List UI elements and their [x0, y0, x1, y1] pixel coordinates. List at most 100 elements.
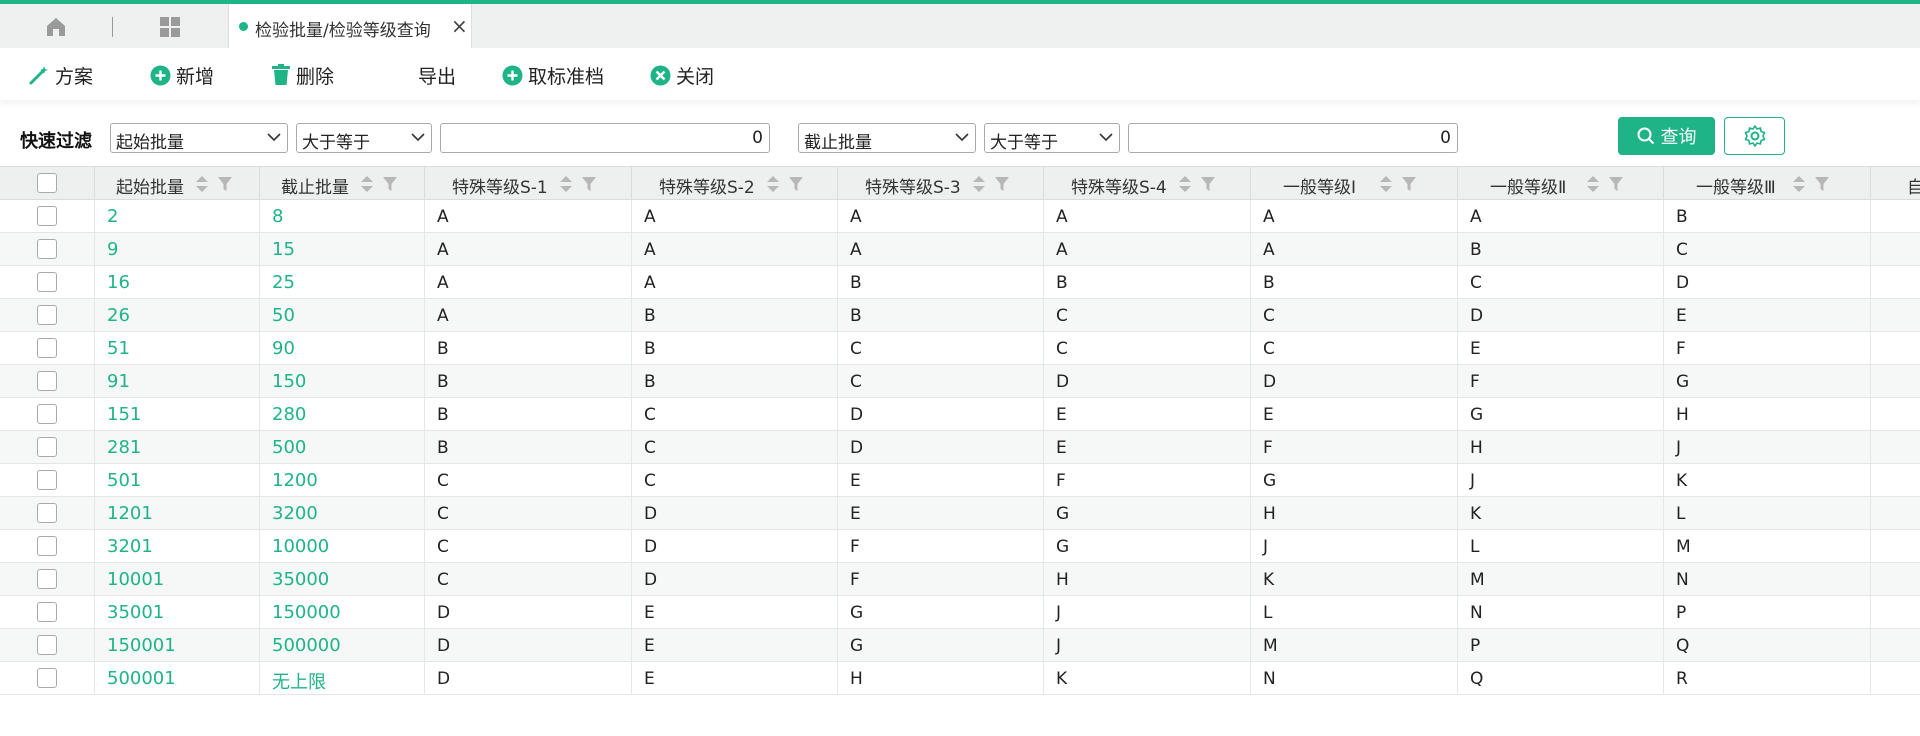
sort-icon[interactable]	[766, 175, 780, 193]
cell-start-batch[interactable]: 500001	[95, 662, 260, 694]
row-checkbox[interactable]	[37, 371, 57, 391]
header-truncated-column[interactable]: 自	[1871, 167, 1920, 200]
grid-icon[interactable]	[158, 15, 182, 39]
batch-link[interactable]: 90	[272, 338, 295, 359]
cell-end-batch[interactable]: 15	[260, 233, 425, 265]
add-button[interactable]: 新增	[150, 62, 214, 88]
batch-link[interactable]: 150001	[107, 635, 176, 656]
filter-value-input-2[interactable]: 0	[1128, 123, 1458, 153]
row-checkbox[interactable]	[37, 635, 57, 655]
table-row[interactable]: 281 500 B C D E F H J	[0, 431, 1920, 464]
header-general-3[interactable]: 一般等级Ⅲ	[1664, 167, 1871, 200]
batch-link[interactable]: 280	[272, 404, 306, 425]
cell-end-batch[interactable]: 35000	[260, 563, 425, 595]
scheme-button[interactable]: 方案	[28, 62, 93, 88]
row-checkbox[interactable]	[37, 602, 57, 622]
cell-end-batch[interactable]: 25	[260, 266, 425, 298]
row-checkbox[interactable]	[37, 437, 57, 457]
batch-link[interactable]: 无上限	[272, 668, 326, 694]
batch-link[interactable]: 1201	[107, 503, 153, 524]
cell-end-batch[interactable]: 8	[260, 200, 425, 232]
header-general-1[interactable]: 一般等级Ⅰ	[1251, 167, 1458, 200]
cell-end-batch[interactable]: 1200	[260, 464, 425, 496]
delete-button[interactable]: 删除	[271, 62, 334, 88]
table-row[interactable]: 500001 无上限 D E H K N Q R	[0, 662, 1920, 695]
sort-icon[interactable]	[1586, 175, 1600, 193]
batch-link[interactable]: 51	[107, 338, 130, 359]
batch-link[interactable]: 15	[272, 239, 295, 260]
row-checkbox[interactable]	[37, 404, 57, 424]
batch-link[interactable]: 35001	[107, 602, 164, 623]
cell-start-batch[interactable]: 3201	[95, 530, 260, 562]
sort-icon[interactable]	[1792, 175, 1806, 193]
row-checkbox[interactable]	[37, 272, 57, 292]
row-checkbox[interactable]	[37, 338, 57, 358]
row-checkbox[interactable]	[37, 206, 57, 226]
header-special-s4[interactable]: 特殊等级S-4	[1044, 167, 1251, 200]
settings-button[interactable]	[1724, 117, 1785, 155]
filter-icon[interactable]	[1608, 176, 1624, 192]
table-row[interactable]: 1201 3200 C D E G H K L	[0, 497, 1920, 530]
cell-end-batch[interactable]: 10000	[260, 530, 425, 562]
batch-link[interactable]: 1200	[272, 470, 318, 491]
batch-link[interactable]: 501	[107, 470, 141, 491]
table-row[interactable]: 16 25 A A B B B C D	[0, 266, 1920, 299]
cell-end-batch[interactable]: 90	[260, 332, 425, 364]
sort-icon[interactable]	[972, 175, 986, 193]
table-row[interactable]: 10001 35000 C D F H K M N	[0, 563, 1920, 596]
row-checkbox[interactable]	[37, 503, 57, 523]
row-checkbox[interactable]	[37, 239, 57, 259]
cell-end-batch[interactable]: 3200	[260, 497, 425, 529]
batch-link[interactable]: 3200	[272, 503, 318, 524]
filter-icon[interactable]	[1200, 176, 1216, 192]
batch-link[interactable]: 10000	[272, 536, 329, 557]
filter-field-select-1[interactable]: 起始批量	[110, 123, 288, 153]
batch-link[interactable]: 10001	[107, 569, 164, 590]
sort-icon[interactable]	[360, 175, 374, 193]
select-all-checkbox[interactable]	[37, 173, 57, 193]
row-checkbox[interactable]	[37, 536, 57, 556]
filter-icon[interactable]	[1814, 176, 1830, 192]
filter-icon[interactable]	[1401, 176, 1417, 192]
filter-icon[interactable]	[581, 176, 597, 192]
row-checkbox[interactable]	[37, 569, 57, 589]
header-special-s2[interactable]: 特殊等级S-2	[632, 167, 838, 200]
query-button[interactable]: 查询	[1618, 117, 1715, 155]
row-checkbox[interactable]	[37, 470, 57, 490]
table-row[interactable]: 91 150 B B C D D F G	[0, 365, 1920, 398]
filter-value-input-1[interactable]: 0	[440, 123, 770, 153]
cell-start-batch[interactable]: 151	[95, 398, 260, 430]
sort-icon[interactable]	[559, 175, 573, 193]
filter-operator-select-2[interactable]: 大于等于	[984, 123, 1120, 153]
batch-link[interactable]: 25	[272, 272, 295, 293]
cell-end-batch[interactable]: 500000	[260, 629, 425, 661]
filter-icon[interactable]	[788, 176, 804, 192]
row-checkbox[interactable]	[37, 305, 57, 325]
batch-link[interactable]: 3201	[107, 536, 153, 557]
home-icon[interactable]	[44, 15, 68, 39]
export-button[interactable]: 导出	[418, 62, 456, 88]
cell-start-batch[interactable]: 150001	[95, 629, 260, 661]
cell-start-batch[interactable]: 16	[95, 266, 260, 298]
batch-link[interactable]: 50	[272, 305, 295, 326]
cell-start-batch[interactable]: 9	[95, 233, 260, 265]
table-row[interactable]: 151 280 B C D E E G H	[0, 398, 1920, 431]
table-row[interactable]: 35001 150000 D E G J L N P	[0, 596, 1920, 629]
cell-end-batch[interactable]: 150	[260, 365, 425, 397]
batch-link[interactable]: 26	[107, 305, 130, 326]
batch-link[interactable]: 2	[107, 206, 118, 227]
batch-link[interactable]: 150000	[272, 602, 341, 623]
filter-field-select-2[interactable]: 截止批量	[798, 123, 976, 153]
cell-end-batch[interactable]: 50	[260, 299, 425, 331]
sort-icon[interactable]	[1379, 175, 1393, 193]
batch-link[interactable]: 500000	[272, 635, 341, 656]
batch-link[interactable]: 500001	[107, 668, 176, 689]
filter-icon[interactable]	[382, 176, 398, 192]
cell-start-batch[interactable]: 1201	[95, 497, 260, 529]
cell-end-batch[interactable]: 150000	[260, 596, 425, 628]
table-row[interactable]: 501 1200 C C E F G J K	[0, 464, 1920, 497]
sort-icon[interactable]	[195, 175, 209, 193]
cell-start-batch[interactable]: 35001	[95, 596, 260, 628]
filter-icon[interactable]	[217, 176, 233, 192]
cell-start-batch[interactable]: 281	[95, 431, 260, 463]
